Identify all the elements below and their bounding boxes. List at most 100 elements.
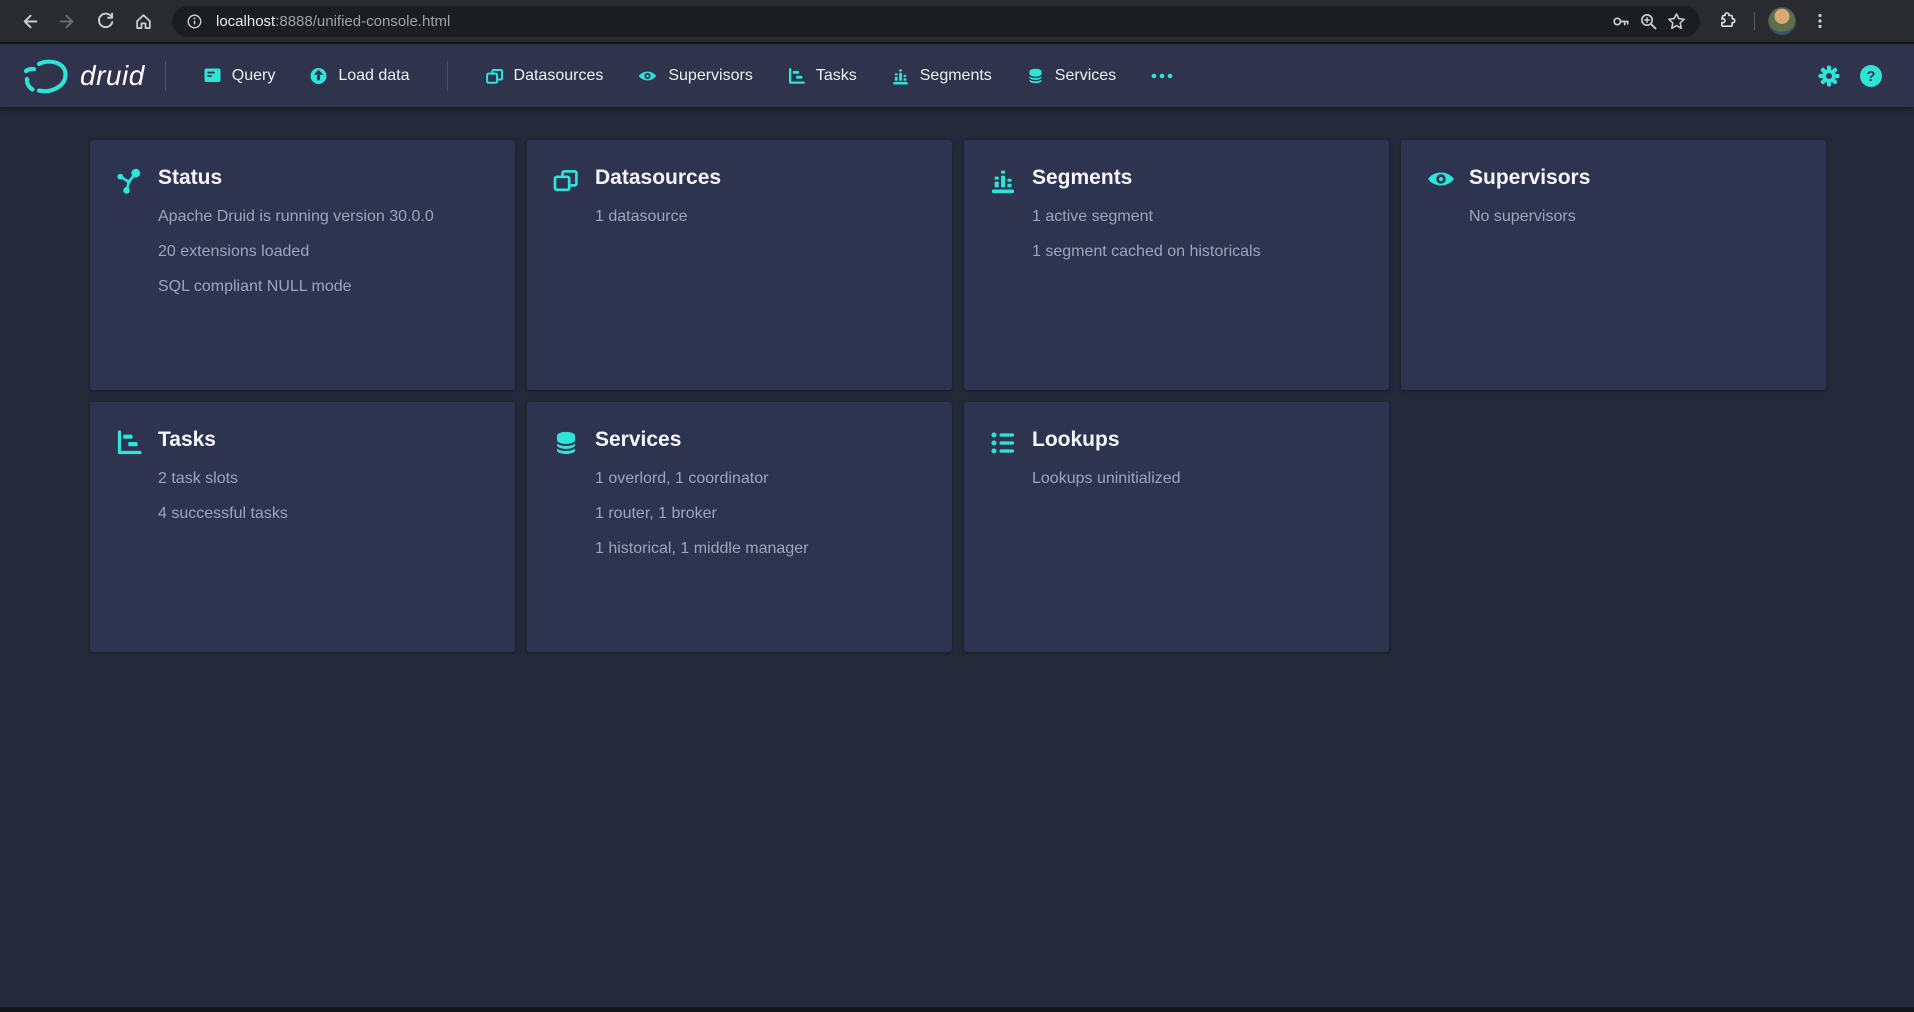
card-content: Supervisors No supervisors [1469, 164, 1798, 390]
navbar-divider [165, 61, 166, 91]
eye-icon [1426, 164, 1469, 390]
window-bottom-edge [0, 1007, 1914, 1012]
services-card[interactable]: Services 1 overlord, 1 coordinator 1 rou… [527, 402, 952, 652]
browser-menu-button[interactable] [1803, 4, 1837, 38]
nav-item-tasks[interactable]: Tasks [775, 59, 869, 93]
nav-more-button[interactable] [1138, 64, 1186, 88]
profile-button[interactable] [1765, 4, 1799, 38]
card-content: Lookups Lookups uninitialized [1032, 426, 1361, 652]
nav-item-datasources[interactable]: Datasources [473, 59, 616, 93]
stacked-bars-icon [989, 164, 1032, 390]
url-path: :8888/unified-console.html [275, 13, 450, 30]
card-line: 1 historical, 1 middle manager [595, 538, 924, 559]
card-content: Segments 1 active segment 1 segment cach… [1032, 164, 1361, 390]
segments-card[interactable]: Segments 1 active segment 1 segment cach… [964, 140, 1389, 390]
card-title: Segments [1032, 164, 1361, 192]
nav-item-query[interactable]: Query [191, 59, 288, 93]
card-title: Datasources [595, 164, 924, 192]
properties-list-icon [989, 426, 1032, 652]
card-line: 4 successful tasks [158, 503, 487, 524]
brand-home-link[interactable]: druid [22, 56, 145, 96]
card-line: 1 active segment [1032, 206, 1361, 227]
navbar-divider [447, 61, 448, 91]
url-bar[interactable]: localhost:8888/unified-console.html [172, 6, 1700, 37]
multi-cube-icon [485, 67, 504, 85]
graph-icon [115, 164, 158, 390]
extensions-button[interactable] [1710, 4, 1744, 38]
druid-logo [22, 56, 70, 96]
back-icon [20, 12, 39, 31]
card-line: Apache Druid is running version 30.0.0 [158, 206, 487, 227]
card-line: Lookups uninitialized [1032, 468, 1361, 489]
card-title: Services [595, 426, 924, 454]
nav-item-label: Services [1055, 67, 1116, 85]
card-line: 2 task slots [158, 468, 487, 489]
reload-icon [96, 12, 115, 31]
card-line: 20 extensions loaded [158, 241, 487, 262]
forward-icon [58, 12, 77, 31]
zoom-icon[interactable] [1634, 7, 1662, 35]
gantt-chart-icon [787, 67, 806, 85]
nav-item-label: Datasources [514, 67, 604, 85]
toolbar-separator [1754, 12, 1755, 30]
nav-item-label: Tasks [816, 67, 857, 85]
card-line: 1 overlord, 1 coordinator [595, 468, 924, 489]
druid-navbar: druid Query Load data Datasources Superv… [0, 44, 1914, 107]
help-button[interactable]: ? [1853, 58, 1889, 94]
card-content: Tasks 2 task slots 4 successful tasks [158, 426, 487, 652]
nav-item-label: Query [232, 67, 276, 85]
profile-avatar [1768, 7, 1796, 35]
nav-item-segments[interactable]: Segments [879, 59, 1004, 93]
card-title: Supervisors [1469, 164, 1798, 192]
query-console-icon [203, 67, 222, 84]
database-icon [1026, 67, 1045, 85]
brand-name: druid [80, 60, 145, 92]
card-title: Tasks [158, 426, 487, 454]
card-line: No supervisors [1469, 206, 1798, 227]
reload-button[interactable] [88, 4, 122, 38]
home-view: Status Apache Druid is running version 3… [0, 107, 1914, 652]
lookups-card[interactable]: Lookups Lookups uninitialized [964, 402, 1389, 652]
extensions-icon [1717, 11, 1737, 31]
menu-kebab-icon [1811, 12, 1829, 30]
card-title: Status [158, 164, 487, 192]
upload-circle-icon [309, 66, 328, 85]
card-content: Services 1 overlord, 1 coordinator 1 rou… [595, 426, 924, 652]
card-line: 1 datasource [595, 206, 924, 227]
supervisors-card[interactable]: Supervisors No supervisors [1401, 140, 1826, 390]
key-icon[interactable] [1606, 7, 1634, 35]
url-host: localhost [216, 13, 275, 30]
eye-icon [637, 68, 658, 84]
card-line: SQL compliant NULL mode [158, 276, 487, 297]
nav-item-load-data[interactable]: Load data [297, 58, 421, 93]
cards-row-1: Status Apache Druid is running version 3… [90, 140, 1914, 390]
nav-item-supervisors[interactable]: Supervisors [625, 59, 764, 93]
card-line: 1 router, 1 broker [595, 503, 924, 524]
gantt-chart-icon [115, 426, 158, 652]
help-icon: ? [1858, 63, 1884, 89]
card-content: Status Apache Druid is running version 3… [158, 164, 487, 390]
stacked-bars-icon [891, 67, 910, 85]
nav-item-label: Segments [920, 67, 992, 85]
nav-item-label: Load data [338, 67, 409, 85]
url-text: localhost:8888/unified-console.html [216, 13, 1606, 30]
gear-icon [1817, 64, 1841, 88]
card-line: 1 segment cached on historicals [1032, 241, 1361, 262]
tasks-card[interactable]: Tasks 2 task slots 4 successful tasks [90, 402, 515, 652]
datasources-card[interactable]: Datasources 1 datasource [527, 140, 952, 390]
nav-item-label: Supervisors [668, 67, 752, 85]
settings-button[interactable] [1811, 58, 1847, 94]
database-icon [552, 426, 595, 652]
browser-toolbar: localhost:8888/unified-console.html [0, 0, 1914, 44]
star-icon[interactable] [1662, 7, 1690, 35]
home-button[interactable] [126, 4, 160, 38]
nav-item-services[interactable]: Services [1014, 59, 1128, 93]
info-icon[interactable] [180, 7, 208, 35]
card-title: Lookups [1032, 426, 1361, 454]
browser-actions [1708, 4, 1839, 38]
forward-button[interactable] [50, 4, 84, 38]
card-content: Datasources 1 datasource [595, 164, 924, 390]
multi-cube-icon [552, 164, 595, 390]
status-card[interactable]: Status Apache Druid is running version 3… [90, 140, 515, 390]
back-button[interactable] [12, 4, 46, 38]
